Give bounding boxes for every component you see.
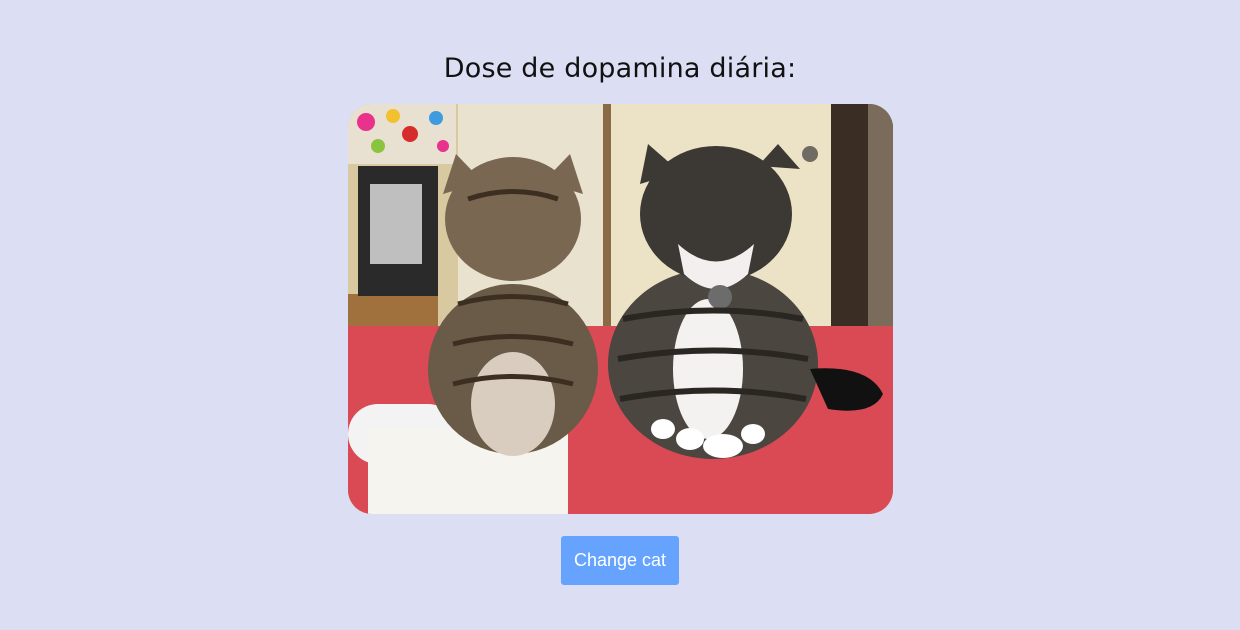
cat-image [347,104,893,514]
change-cat-button[interactable]: Change cat [561,536,679,585]
cat-photo-icon [347,104,893,514]
page-title: Dose de dopamina diária: [443,53,797,84]
page: Dose de dopamina diária: Change cat [0,0,1240,630]
